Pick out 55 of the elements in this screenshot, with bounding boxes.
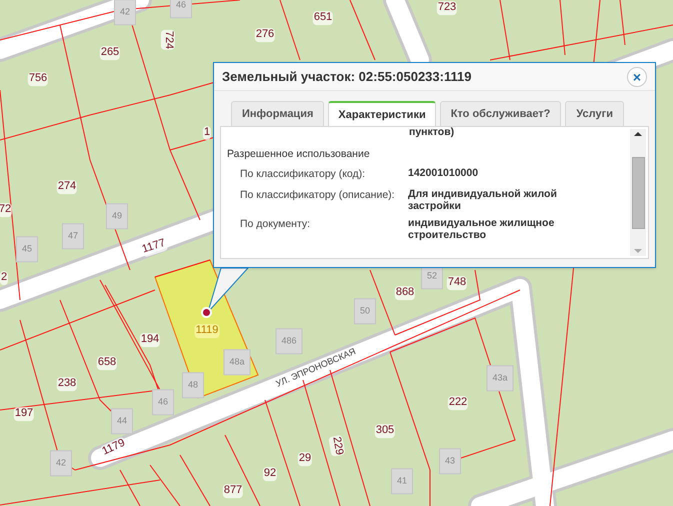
parcel-number: 2 bbox=[0, 271, 8, 285]
building-number: 45 bbox=[16, 236, 38, 262]
scroll-up-icon[interactable] bbox=[634, 132, 642, 136]
field-value: 142001010000 bbox=[408, 166, 480, 181]
parcel-number: 222 bbox=[448, 396, 468, 410]
building-number: 44 bbox=[111, 408, 133, 434]
parcel-number: 748 bbox=[446, 276, 468, 290]
cut-text: пунктов) bbox=[409, 127, 456, 138]
parcel-number: 877 bbox=[222, 484, 244, 498]
parcel-number: 92 bbox=[262, 467, 278, 481]
selected-parcel-number: 1119 bbox=[194, 324, 220, 338]
parcel-number: 756 bbox=[28, 72, 48, 86]
parcel-number: 724 bbox=[161, 30, 175, 50]
tab[interactable]: Кто обслуживает? bbox=[440, 101, 562, 126]
field-label: По документу: bbox=[240, 216, 312, 232]
building-number: 43а bbox=[486, 365, 514, 391]
building-number: 50 bbox=[354, 298, 376, 324]
popup-title: Земельный участок: 02:55:050233:1119 bbox=[222, 68, 472, 86]
field-value: индивидуальное жилищное строительство bbox=[408, 216, 556, 240]
parcel-number: 723 bbox=[436, 1, 458, 15]
scrollbar[interactable] bbox=[630, 129, 646, 256]
parcel-number: 197 bbox=[14, 407, 34, 421]
parcel-number: 274 bbox=[56, 180, 78, 194]
building-number: 49 bbox=[106, 203, 128, 229]
field-label: По классификатору (описание): bbox=[240, 188, 396, 202]
parcel-number: 29 bbox=[298, 452, 312, 466]
scroll-down-icon[interactable] bbox=[634, 249, 642, 253]
building-number: 42 bbox=[50, 450, 72, 476]
scroll-thumb[interactable] bbox=[632, 156, 644, 228]
parcel-number: 238 bbox=[56, 377, 78, 391]
parcel-number: 194 bbox=[140, 333, 160, 347]
parcel-number: 265 bbox=[100, 46, 120, 60]
tab[interactable]: Характеристики bbox=[328, 101, 436, 127]
tab[interactable]: Информация bbox=[231, 101, 324, 126]
parcel-number: 658 bbox=[96, 356, 118, 370]
building-number: 48а bbox=[223, 349, 251, 375]
parcel-number: 305 bbox=[374, 424, 396, 438]
building-number: 41 bbox=[391, 468, 413, 494]
field-label: По классификатору (код): bbox=[240, 166, 366, 182]
building-number: 42 bbox=[114, 0, 136, 25]
field-value: Для индивидуальной жилой застройки bbox=[408, 188, 558, 212]
section-heading: Разрешенное использование bbox=[227, 147, 371, 162]
building-number: 47 bbox=[62, 223, 84, 249]
building-number: 486 bbox=[275, 328, 303, 354]
close-button[interactable]: × bbox=[627, 66, 647, 86]
parcel-number: 651 bbox=[312, 11, 334, 25]
parcel-number: 1 bbox=[202, 126, 212, 140]
building-number: 46 bbox=[170, 0, 192, 18]
parcel-number: 229 bbox=[328, 434, 346, 458]
parcel-number: 868 bbox=[394, 286, 416, 300]
tab[interactable]: Услуги bbox=[565, 101, 624, 126]
building-number: 43 bbox=[439, 448, 461, 474]
building-number: 48 bbox=[182, 372, 204, 398]
building-number: 46 bbox=[152, 389, 174, 415]
parcel-number: 276 bbox=[254, 28, 276, 42]
